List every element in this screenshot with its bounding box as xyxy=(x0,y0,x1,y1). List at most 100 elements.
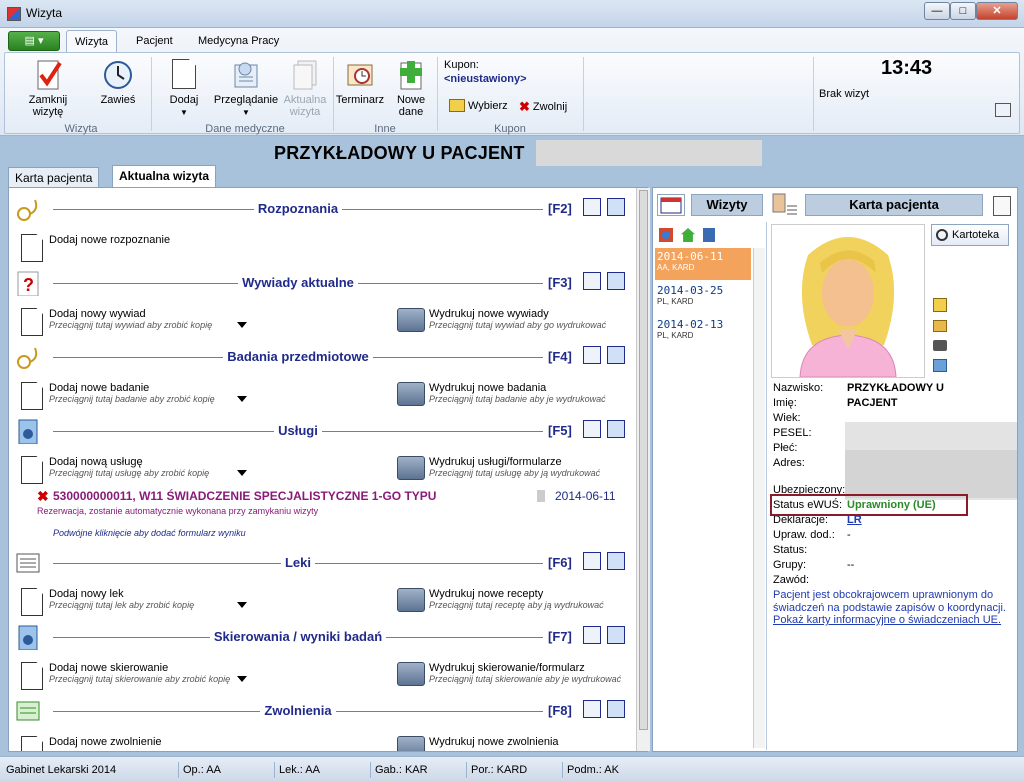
interviews-window-icon[interactable] xyxy=(607,272,625,290)
field-groups_label: Grupy: xyxy=(773,559,807,571)
separator xyxy=(813,57,814,131)
leaves-add-button[interactable]: Dodaj nowe zwolnienie xyxy=(21,736,162,751)
drugs-print-button[interactable]: Wydrukuj nowe recepty Przeciągnij tutaj r… xyxy=(397,588,604,612)
group-label-wizyta: Wizyta xyxy=(64,123,98,135)
tab-medycyna-pracy[interactable]: Medycyna Pracy xyxy=(190,30,287,52)
service-item-name[interactable]: 530000000011, W11 ŚWIADCZENIE SPECJALIST… xyxy=(53,489,436,503)
services-list-icon[interactable] xyxy=(583,420,601,438)
current-visit-button[interactable]: Aktualna wizyta xyxy=(283,59,327,118)
maximize-button[interactable]: □ xyxy=(950,2,976,20)
svg-text:?: ? xyxy=(23,275,34,295)
foreigner-note: Pacjent jest obcokrajowcem uprawnionym d… xyxy=(773,589,1006,614)
referrals-print-button[interactable]: Wydrukuj skierowanie/formularz Przeciągni… xyxy=(397,662,621,686)
document-icon xyxy=(21,662,43,690)
select-coupon-button[interactable]: Wybierz xyxy=(449,99,508,112)
referrals-title: Skierowania / wyniki badań xyxy=(209,629,387,644)
scheduler-button[interactable]: Terminarz xyxy=(335,59,385,106)
export-icon[interactable] xyxy=(933,359,947,372)
referrals-add-button[interactable]: Dodaj nowe skierowanie Przeciągnij tutaj … xyxy=(21,662,230,690)
visits-header-button[interactable]: Wizyty xyxy=(691,194,763,216)
leaves-window-icon[interactable] xyxy=(607,700,625,718)
drugs-add-dropdown[interactable] xyxy=(237,602,247,608)
tab-wizyta[interactable]: Wizyta xyxy=(66,30,117,52)
building-icon[interactable] xyxy=(703,228,715,242)
separator xyxy=(583,57,584,131)
interviews-list-icon[interactable] xyxy=(583,272,601,290)
document-icon xyxy=(21,234,43,262)
remove-service-icon[interactable]: ✖ xyxy=(37,488,49,505)
printer-icon xyxy=(397,588,425,612)
home-icon[interactable] xyxy=(681,228,695,242)
leaves-print-button[interactable]: Wydrukuj nowe zwolnienia xyxy=(397,736,559,751)
exams-add-button[interactable]: Dodaj nowe badanie Przeciągnij tutaj bada… xyxy=(21,382,215,410)
visit-item[interactable]: 2014-02-13 PL, KARD xyxy=(655,316,751,348)
document-icon xyxy=(169,59,199,91)
minimize-button[interactable]: — xyxy=(924,2,950,20)
interviews-add-dropdown[interactable] xyxy=(237,322,247,328)
magnifier-icon xyxy=(936,229,948,241)
field-surname: PRZYKŁADOWY U xyxy=(847,382,944,394)
calendar-icon[interactable] xyxy=(657,194,685,216)
tab-aktualna-wizyta[interactable]: Aktualna wizyta xyxy=(112,165,217,187)
field-status_label: Status: xyxy=(773,544,808,556)
diagnoses-add-button[interactable]: Dodaj nowe rozpoznanie xyxy=(21,234,170,262)
services-add-dropdown[interactable] xyxy=(237,470,247,476)
edit-card-icon[interactable] xyxy=(993,196,1011,216)
exams-add-dropdown[interactable] xyxy=(237,396,247,402)
eu-cards-link[interactable]: Pokaż karty informacyjne o świadczeniach… xyxy=(773,614,1001,627)
drugs-list-icon[interactable] xyxy=(583,552,601,570)
interviews-section-icon: ? xyxy=(15,270,41,297)
services-print-button[interactable]: Wydrukuj usługi/formularze Przeciągnij tu… xyxy=(397,456,600,480)
drugs-window-icon[interactable] xyxy=(607,552,625,570)
diagnoses-window-icon[interactable] xyxy=(607,198,625,216)
referrals-list-icon[interactable] xyxy=(583,626,601,644)
add-button[interactable]: Dodaj ▼ xyxy=(165,59,203,119)
exams-list-icon[interactable] xyxy=(583,346,601,364)
referrals-add-dropdown[interactable] xyxy=(237,676,247,682)
tab-karta-pacjenta[interactable]: Karta pacjenta xyxy=(8,167,100,187)
separator xyxy=(333,57,334,131)
exams-print-button[interactable]: Wydrukuj nowe badania Przeciągnij tutaj b… xyxy=(397,382,606,406)
close-visit-button[interactable]: Zamknij wizytę xyxy=(13,59,83,118)
settings-icon[interactable] xyxy=(995,103,1011,117)
close-button[interactable]: ✕ xyxy=(976,2,1018,20)
interviews-add-button[interactable]: Dodaj nowy wywiad Przeciągnij tutaj wywia… xyxy=(21,308,212,336)
exams-section-header: Badania przedmiotowe xyxy=(53,349,543,364)
suspend-button[interactable]: Zawieś xyxy=(95,59,141,106)
camera-icon[interactable] xyxy=(933,340,947,351)
kartoteka-button[interactable]: Kartoteka xyxy=(931,224,1009,246)
services-section-header: Usługi xyxy=(53,423,543,438)
release-coupon-button[interactable]: ✖ Zwolnij xyxy=(519,99,567,115)
visits-scrollbar[interactable] xyxy=(753,248,765,748)
patient-card-icon[interactable] xyxy=(771,192,799,218)
exams-window-icon[interactable] xyxy=(607,346,625,364)
status-doctor: Lek.: AA xyxy=(274,762,320,778)
referrals-window-icon[interactable] xyxy=(607,626,625,644)
new-data-button[interactable]: Nowe dane xyxy=(391,59,431,118)
visit-item[interactable]: 2014-06-11 AA, KARD xyxy=(655,248,751,280)
release-icon: ✖ xyxy=(519,99,530,114)
visit-panel-scrollbar[interactable] xyxy=(636,188,650,751)
clipboard-icon[interactable] xyxy=(933,298,947,312)
printer-icon xyxy=(397,662,425,686)
visit-item[interactable]: 2014-03-25 PL, KARD xyxy=(655,282,751,314)
drugs-add-button[interactable]: Dodaj nowy lek Przeciągnij tutaj lek aby … xyxy=(21,588,194,616)
app-icon xyxy=(7,7,21,21)
scrollbar-thumb[interactable] xyxy=(639,190,648,730)
status-entity: Podm.: AK xyxy=(562,762,619,778)
folder-icon[interactable] xyxy=(933,320,947,332)
app-menu-button[interactable]: ▤ ▾ xyxy=(8,31,60,51)
patient-card-header-button[interactable]: Karta pacjenta xyxy=(805,194,983,216)
interviews-print-button[interactable]: Wydrukuj nowe wywiady Przeciągnij tutaj w… xyxy=(397,308,606,332)
tab-pacjent[interactable]: Pacjent xyxy=(128,30,181,52)
interviews-title: Wywiady aktualne xyxy=(238,275,358,290)
browse-button[interactable]: Przeglądanie ▼ xyxy=(211,59,281,119)
visits-toolbar xyxy=(659,228,715,242)
browse-icon xyxy=(231,59,261,91)
services-add-button[interactable]: Dodaj nową usługę Przeciągnij tutaj usług… xyxy=(21,456,209,484)
coupon-label: Kupon: xyxy=(444,59,479,71)
leaves-list-icon[interactable] xyxy=(583,700,601,718)
diagnoses-list-icon[interactable] xyxy=(583,198,601,216)
services-window-icon[interactable] xyxy=(607,420,625,438)
users-icon[interactable] xyxy=(659,228,673,242)
